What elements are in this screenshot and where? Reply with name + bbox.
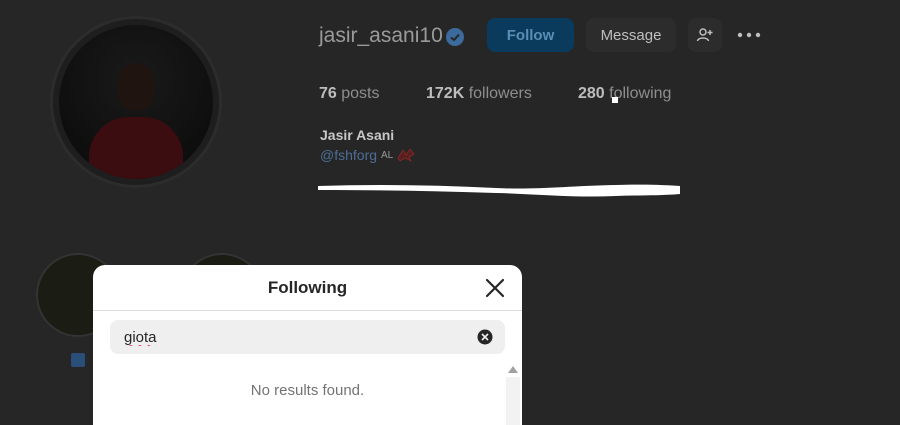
stat-following-label: following (609, 85, 672, 102)
profile-username: jasir_asani10 (319, 24, 443, 47)
avatar-photo (59, 25, 213, 179)
stat-following-value: 280 (578, 85, 605, 102)
bio-handle-row: @fshforg AL (320, 147, 415, 163)
no-results-message: No results found. (250, 382, 365, 399)
scroll-up-arrow[interactable] (508, 366, 518, 373)
profile-full-name: Jasir Asani (320, 127, 395, 143)
follow-button[interactable]: Follow (487, 18, 574, 52)
stat-followers-label: followers (468, 85, 532, 102)
stat-posts: 76 posts (319, 85, 380, 103)
dialog-title: Following (267, 278, 348, 297)
close-icon[interactable] (483, 276, 507, 300)
highlight-cover-icon (71, 353, 85, 367)
add-user-button[interactable] (688, 18, 722, 52)
clear-search-icon[interactable] (477, 329, 493, 345)
add-user-icon (696, 28, 713, 42)
mouse-cursor (612, 97, 618, 103)
dialog-header: Following (93, 265, 522, 311)
message-button[interactable]: Message (586, 18, 676, 52)
search-input[interactable] (124, 327, 454, 347)
redaction-scribble (318, 184, 680, 197)
linked-handle-link[interactable]: @fshforg (320, 147, 377, 163)
profile-avatar[interactable] (50, 16, 222, 188)
more-options-icon[interactable] (737, 26, 761, 44)
avatar-shirt (89, 117, 183, 179)
verified-badge-icon (446, 28, 464, 46)
following-dialog: Following No results found. (93, 265, 522, 425)
stat-posts-value: 76 (319, 85, 337, 102)
stat-posts-label: posts (341, 85, 380, 102)
stat-following[interactable]: 280 following (578, 85, 671, 103)
search-field[interactable] (110, 320, 505, 354)
stat-followers[interactable]: 172K followers (426, 85, 532, 103)
avatar-head (117, 63, 155, 111)
country-tag: AL (381, 149, 394, 161)
eagle-flag-icon (397, 148, 415, 162)
stat-followers-value: 172K (426, 85, 465, 102)
